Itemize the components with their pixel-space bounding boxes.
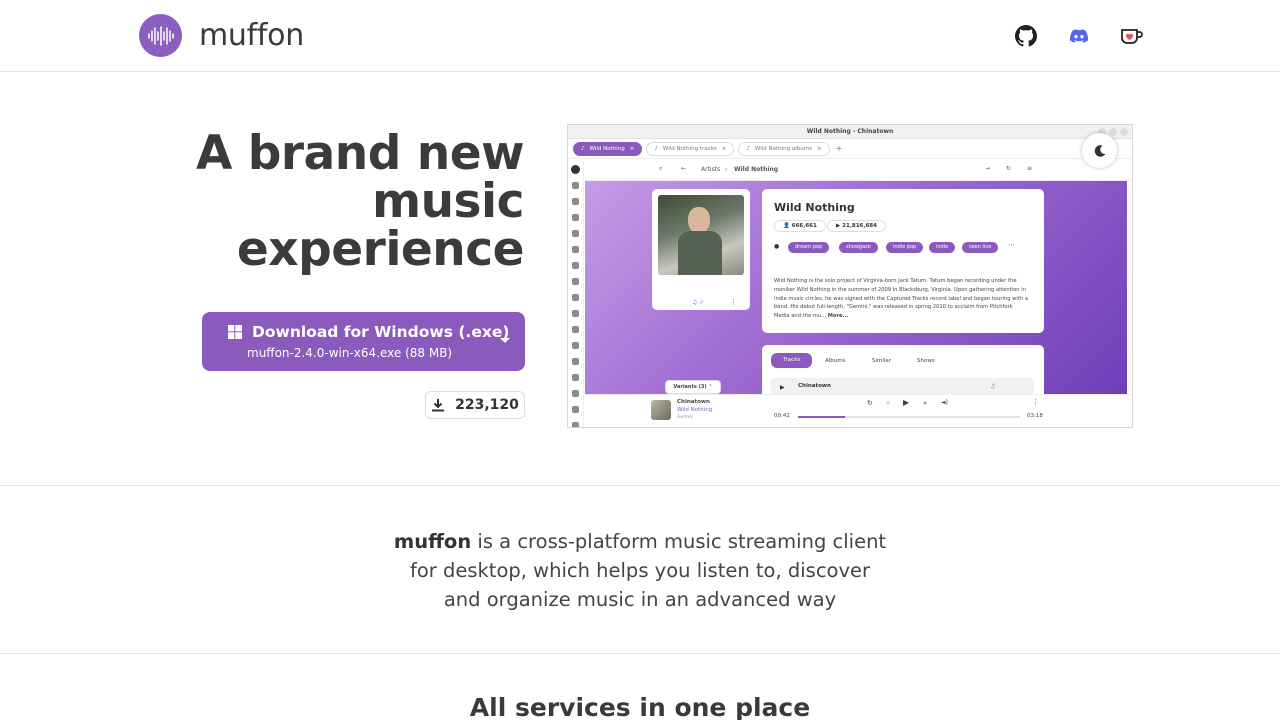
moon-icon [1094, 144, 1105, 157]
app-tab: ♪ Wild Nothing tracks × [646, 141, 735, 156]
hero-title-line: A brand new [196, 126, 525, 181]
site-header: muffon [0, 0, 1280, 72]
theme-toggle-button[interactable] [1082, 133, 1117, 168]
artist-name: Wild Nothing [774, 201, 855, 214]
tag-chip: indie pop [886, 242, 924, 253]
logo-icon [139, 14, 182, 57]
back-icon: ← [681, 165, 687, 172]
player-album: Gemini [677, 415, 693, 420]
tag-chip: showgaze [839, 242, 878, 253]
brand-name: muffon [199, 18, 304, 53]
subtab-albums: Albums [825, 358, 846, 364]
artist-photo [658, 195, 744, 275]
section-divider [0, 485, 1280, 486]
tag-chip: seen live [962, 242, 999, 253]
refresh-icon: ↻ [1006, 165, 1012, 172]
download-count-value: 223,120 [455, 397, 519, 413]
listeners-count: 👤 666,661 [774, 220, 826, 232]
progress-track [798, 416, 1020, 418]
more-icon: ⋯ [1008, 241, 1015, 249]
windows-icon [228, 325, 242, 339]
download-count: 223,120 [425, 391, 525, 419]
subtab-tracks: Tracks [771, 353, 813, 368]
duration-time: 03:18 [1027, 413, 1043, 419]
hero-title: A brand new music experience [104, 126, 525, 277]
breadcrumb-item: Artists [701, 166, 721, 173]
site-description: muffon is a cross-platform music streami… [390, 527, 890, 614]
player-artist: Wild Nothing [677, 407, 713, 413]
headphones-icon: ♫ ✓ [692, 299, 705, 306]
hero-title-line: music [372, 174, 524, 229]
search-icon: ⌕ [659, 165, 663, 172]
play-icon: ▶ [903, 398, 910, 407]
discord-icon[interactable] [1067, 24, 1091, 48]
album-cover [651, 400, 671, 420]
app-player: Chinatown Wild Nothing Gemini ↻ « ▶ » ◄)… [585, 394, 1132, 427]
subtab-similar: Similar [872, 358, 892, 364]
app-navbar: ⌕ ← Artists › Wild Nothing → ↻ ≡ [585, 160, 1132, 181]
variants-dropdown: Variants (3) ⌃ [665, 380, 721, 394]
hero-title-line: experience [236, 222, 525, 277]
subtab-shows: Shows [917, 358, 935, 364]
artist-page: ♫ ✓ ⋮ Wild Nothing 👤 666,661 ▶ 21,816,68… [585, 181, 1127, 405]
app-tabs: ♪ Wild Nothing × ♪ Wild Nothing tracks × ♪ Wi… [568, 139, 1132, 159]
description-line: for desktop, which helps you listen to, … [409, 559, 871, 582]
app-screenshot: Wild Nothing - Chinatown ♪ Wild Nothing × … [567, 124, 1133, 428]
player-track: Chinatown [677, 399, 710, 405]
window-title: Wild Nothing - Chinatown [806, 128, 894, 135]
more-icon: ⋮ [730, 298, 737, 306]
header-links [1014, 24, 1144, 48]
description-brand: muffon [393, 530, 472, 553]
download-icon [432, 399, 445, 412]
kofi-icon[interactable] [1120, 24, 1144, 48]
description-line: and organize music in an advanced way [443, 588, 837, 611]
download-file: muffon-2.4.0-win-x64.exe (88 MB) [247, 346, 453, 360]
artist-info-card: Wild Nothing 👤 666,661 ▶ 21,816,684 ● dr… [762, 189, 1044, 333]
caret-down-icon[interactable] [500, 338, 510, 343]
window-titlebar: Wild Nothing - Chinatown [568, 125, 1132, 139]
tag-chip: indie [929, 242, 956, 253]
progress-fill [798, 416, 845, 418]
download-main: Download for Windows (.exe) [228, 323, 509, 341]
services-title: All services in one place [469, 693, 811, 720]
plus-icon: + [835, 144, 843, 153]
artist-bio: Wild Nothing is the solo project of Virg… [774, 278, 1029, 320]
github-icon[interactable] [1014, 24, 1038, 48]
description-line: is a cross-platform music streaming clie… [471, 530, 887, 553]
repeat-icon: ↻ [867, 399, 873, 407]
download-label: Download for Windows (.exe) [252, 323, 510, 341]
next-icon: » [923, 399, 928, 407]
list-icon: ≡ [1027, 165, 1033, 172]
tag-icon: ● [774, 243, 780, 250]
volume-icon: ◄) [941, 399, 948, 406]
app-sidebar [568, 160, 584, 427]
download-button[interactable]: Download for Windows (.exe) muffon-2.4.0… [202, 312, 525, 371]
artist-photo-card: ♫ ✓ ⋮ [652, 189, 750, 310]
plays-count: ▶ 21,816,684 [827, 220, 886, 232]
elapsed-time: 00:42 [774, 413, 790, 419]
logo-link[interactable]: muffon [139, 14, 304, 57]
previous-icon: « [886, 399, 891, 407]
more-icon: ⋮ [1032, 398, 1039, 406]
forward-icon: → [985, 165, 991, 172]
app-tab: ♪ Wild Nothing × [573, 141, 643, 156]
app-tab: ♪ Wild Nothing albums × [738, 141, 830, 156]
section-divider [0, 653, 1280, 654]
tag-chip: dream pop [788, 242, 830, 253]
breadcrumb-item: Wild Nothing [734, 166, 779, 173]
